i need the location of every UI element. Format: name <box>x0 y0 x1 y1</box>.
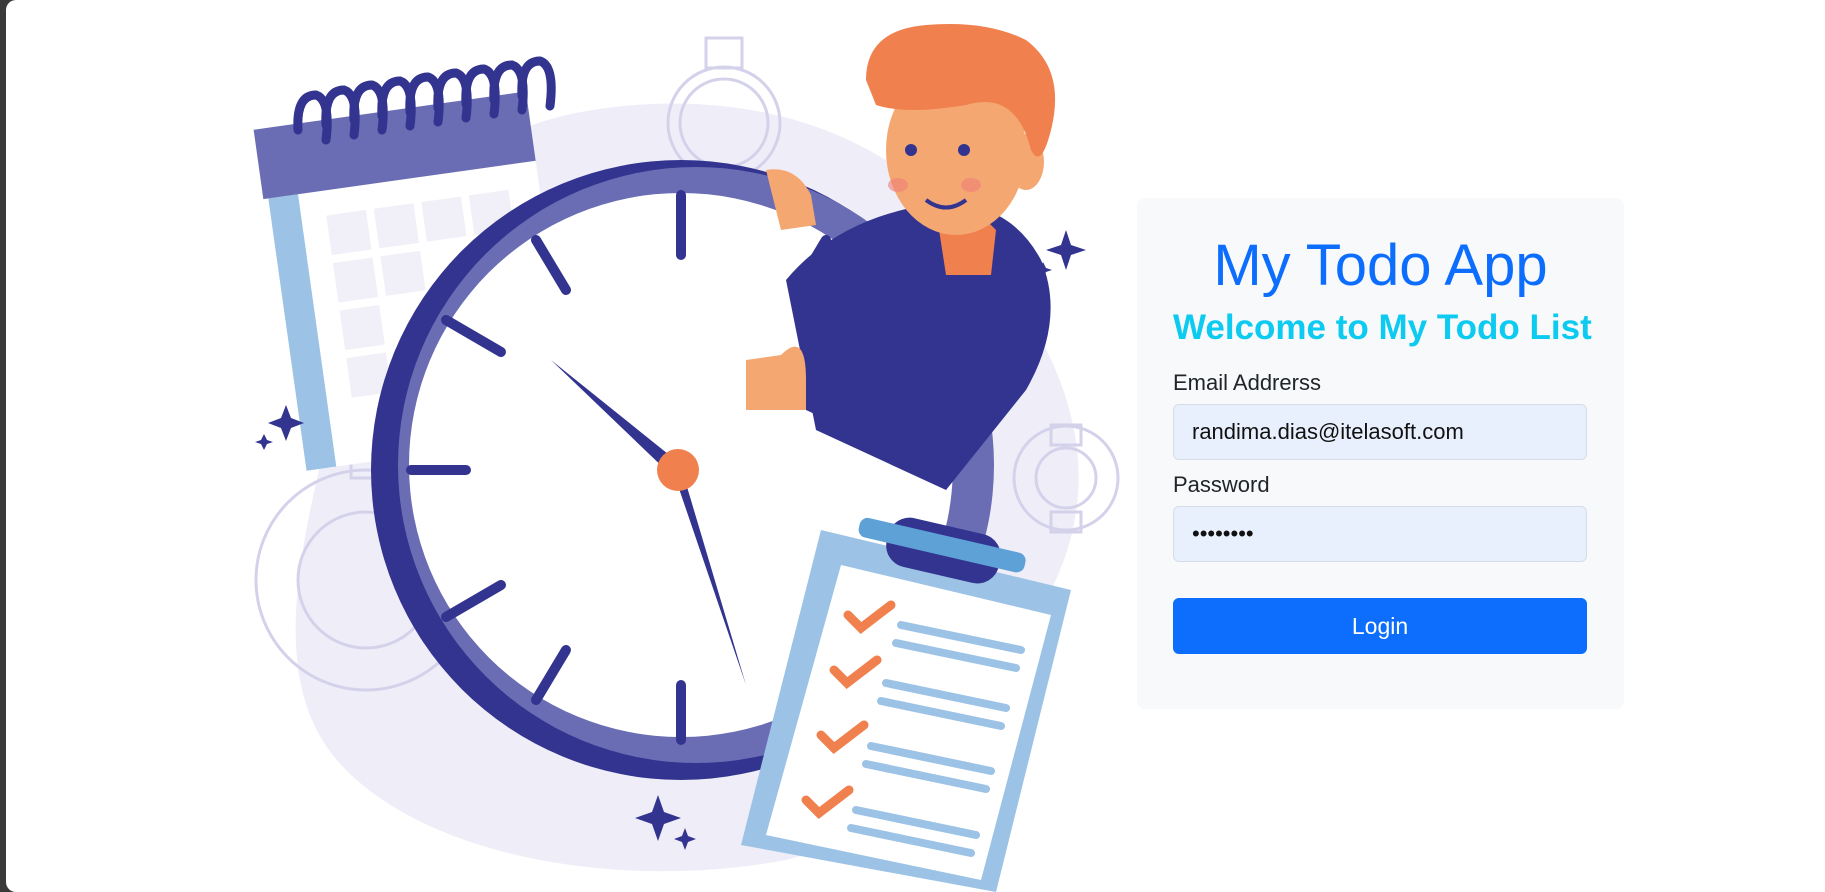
todo-illustration <box>231 0 1136 892</box>
email-field[interactable] <box>1173 404 1587 460</box>
login-card: My Todo App Welcome to My Todo List Emai… <box>1137 198 1624 709</box>
email-label: Email Addrerss <box>1173 370 1321 395</box>
password-field[interactable] <box>1173 506 1587 562</box>
login-page: My Todo App Welcome to My Todo List Emai… <box>6 0 1825 892</box>
welcome-heading: Welcome to My Todo List <box>1173 308 1592 347</box>
password-label: Password <box>1173 472 1270 497</box>
login-button[interactable]: Login <box>1173 598 1587 654</box>
app-title: My Todo App <box>1213 233 1548 298</box>
